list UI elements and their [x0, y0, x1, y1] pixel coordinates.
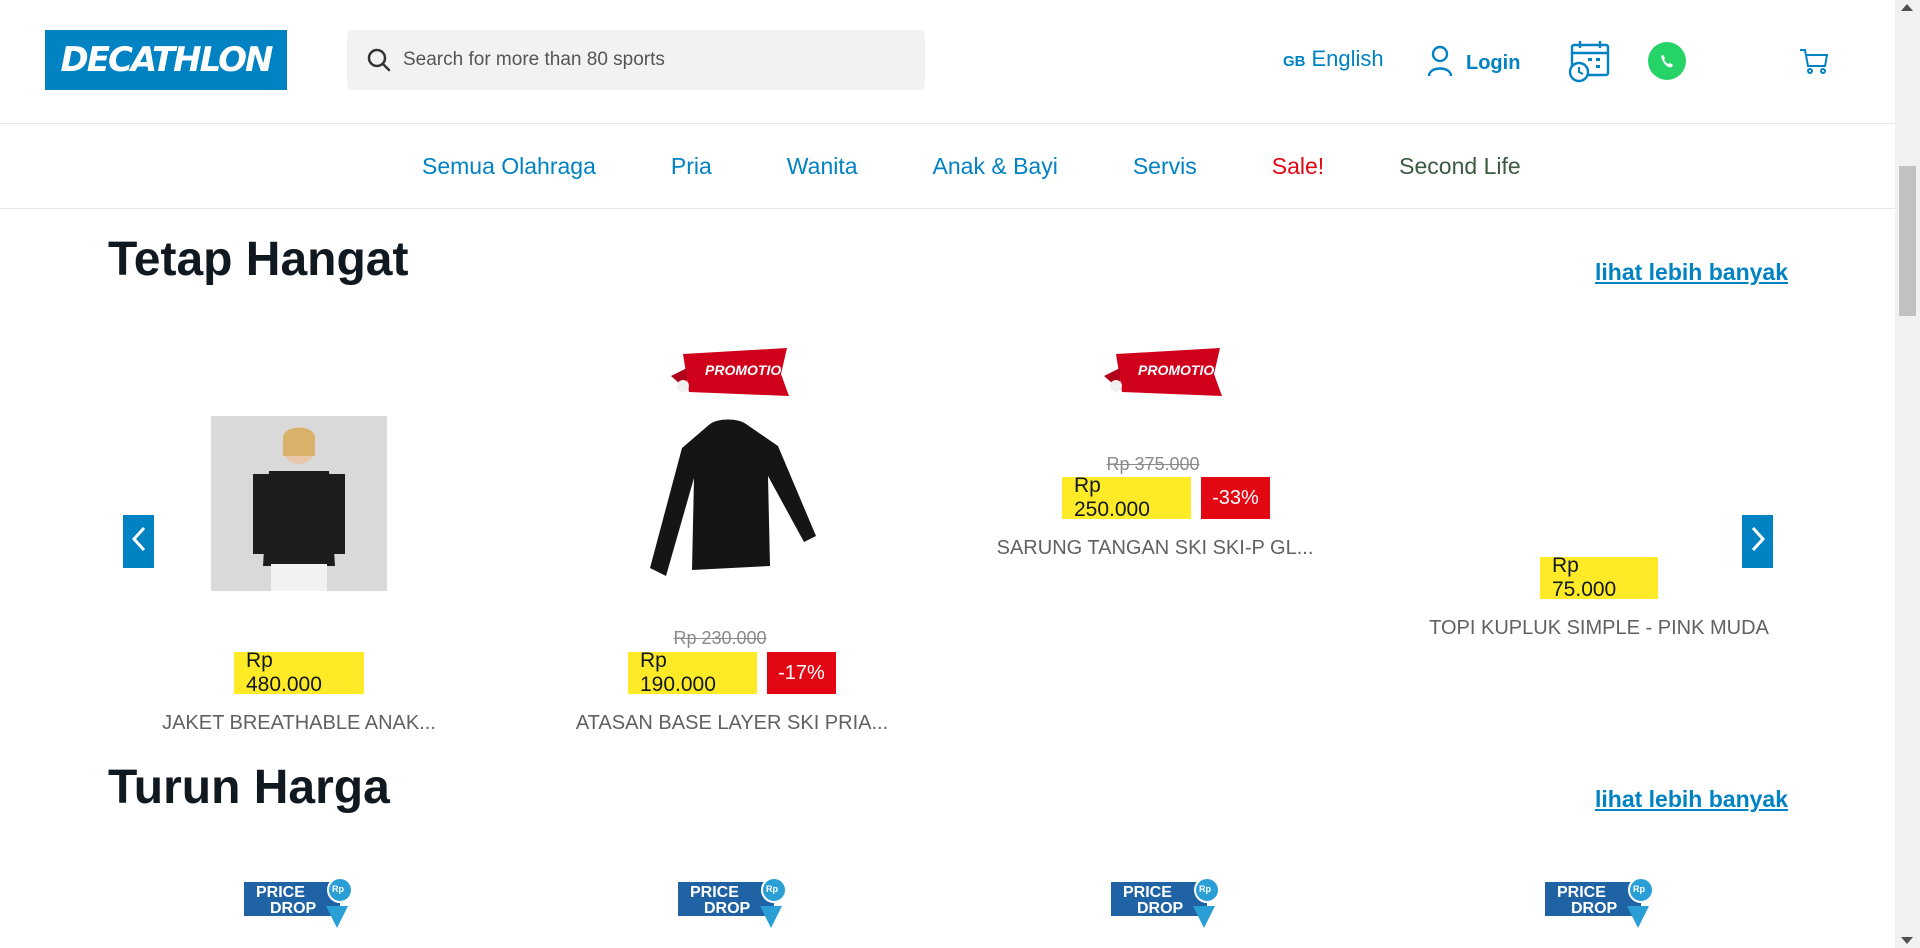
price-drop-line2: DROP: [704, 900, 751, 917]
discount-badge: -33%: [1201, 477, 1270, 519]
whatsapp-icon[interactable]: [1648, 42, 1686, 80]
product-price: Rp 190.000: [628, 649, 757, 696]
language-code: GB: [1283, 53, 1306, 70]
user-icon: [1426, 44, 1454, 83]
product-name[interactable]: JAKET BREATHABLE ANAK...: [130, 712, 468, 735]
price-drop-symbol: Rp: [1199, 884, 1211, 894]
nav-item-second-life[interactable]: Second Life: [1399, 153, 1520, 180]
price-drop-symbol: Rp: [766, 884, 778, 894]
login-button[interactable]: Login: [1426, 44, 1520, 83]
price-drop-line2: DROP: [1571, 900, 1618, 917]
cart-icon[interactable]: [1798, 46, 1830, 76]
product-price: Rp 250.000: [1062, 474, 1191, 521]
search-input[interactable]: [403, 49, 883, 71]
promotion-label: PROMOTION: [1138, 362, 1225, 378]
search-bar[interactable]: [347, 30, 925, 90]
price-drop-badge: PRICE DROP Rp: [1107, 876, 1225, 932]
nav-item-wanita[interactable]: Wanita: [787, 153, 858, 180]
carousel-prev-button[interactable]: [123, 515, 154, 568]
site-header: DECATHLON GB English Login: [0, 0, 1895, 124]
nav-item-servis[interactable]: Servis: [1133, 153, 1197, 180]
product-price: Rp 75.000: [1540, 554, 1658, 601]
main-nav: Semua Olahraga Pria Wanita Anak & Bayi S…: [0, 125, 1895, 209]
price-drop-symbol: Rp: [332, 884, 344, 894]
page-scrollbar[interactable]: [1895, 0, 1920, 948]
product-old-price: Rp 375.000: [1106, 454, 1200, 474]
discount-badge: -17%: [767, 652, 836, 694]
price-drop-badge: PRICE DROP Rp: [1541, 876, 1659, 932]
section-title-tetap-hangat: Tetap Hangat: [108, 233, 409, 286]
logo-text: DECATHLON: [60, 40, 274, 80]
price-drop-line2: DROP: [270, 900, 317, 917]
price-drop-line2: DROP: [1137, 900, 1184, 917]
product-old-price: Rp 230.000: [673, 628, 767, 648]
carousel-next-button[interactable]: [1742, 515, 1773, 568]
promotion-label: PROMOTION: [705, 362, 792, 378]
price-drop-badge: PRICE DROP Rp: [240, 876, 358, 932]
product-name[interactable]: ATASAN BASE LAYER SKI PRIA...: [560, 712, 904, 735]
chevron-left-icon: [131, 525, 147, 558]
price-drop-symbol: Rp: [1633, 884, 1645, 894]
search-icon[interactable]: [361, 42, 397, 78]
promotion-badge: PROMOTION: [1102, 346, 1226, 402]
nav-item-anak-bayi[interactable]: Anak & Bayi: [933, 153, 1058, 180]
login-label: Login: [1466, 52, 1521, 74]
product-image-atasan[interactable]: [638, 416, 818, 576]
nav-item-sale[interactable]: Sale!: [1272, 153, 1324, 180]
scroll-up-arrow[interactable]: [1901, 4, 1913, 11]
nav-item-semua-olahraga[interactable]: Semua Olahraga: [422, 153, 596, 180]
scroll-thumb[interactable]: [1899, 166, 1916, 316]
product-name[interactable]: TOPI KUPLUK SIMPLE - PINK MUDA: [1420, 617, 1778, 640]
scroll-down-arrow[interactable]: [1901, 937, 1913, 944]
language-selector[interactable]: GB English: [1283, 46, 1384, 72]
see-more-link[interactable]: lihat lebih banyak: [1595, 259, 1788, 286]
calendar-icon[interactable]: [1566, 38, 1612, 84]
chevron-right-icon: [1750, 525, 1766, 558]
language-label: English: [1311, 46, 1384, 71]
price-drop-badge: PRICE DROP Rp: [674, 876, 792, 932]
product-image-jaket[interactable]: [211, 416, 387, 591]
nav-item-pria[interactable]: Pria: [671, 153, 712, 180]
product-name[interactable]: SARUNG TANGAN SKI SKI-P GL...: [980, 537, 1330, 560]
section-title-turun-harga: Turun Harga: [108, 761, 390, 814]
see-more-link[interactable]: lihat lebih banyak: [1595, 786, 1788, 813]
product-price: Rp 480.000: [234, 649, 364, 696]
decathlon-logo[interactable]: DECATHLON: [45, 30, 287, 90]
promotion-badge: PROMOTION: [669, 346, 793, 402]
